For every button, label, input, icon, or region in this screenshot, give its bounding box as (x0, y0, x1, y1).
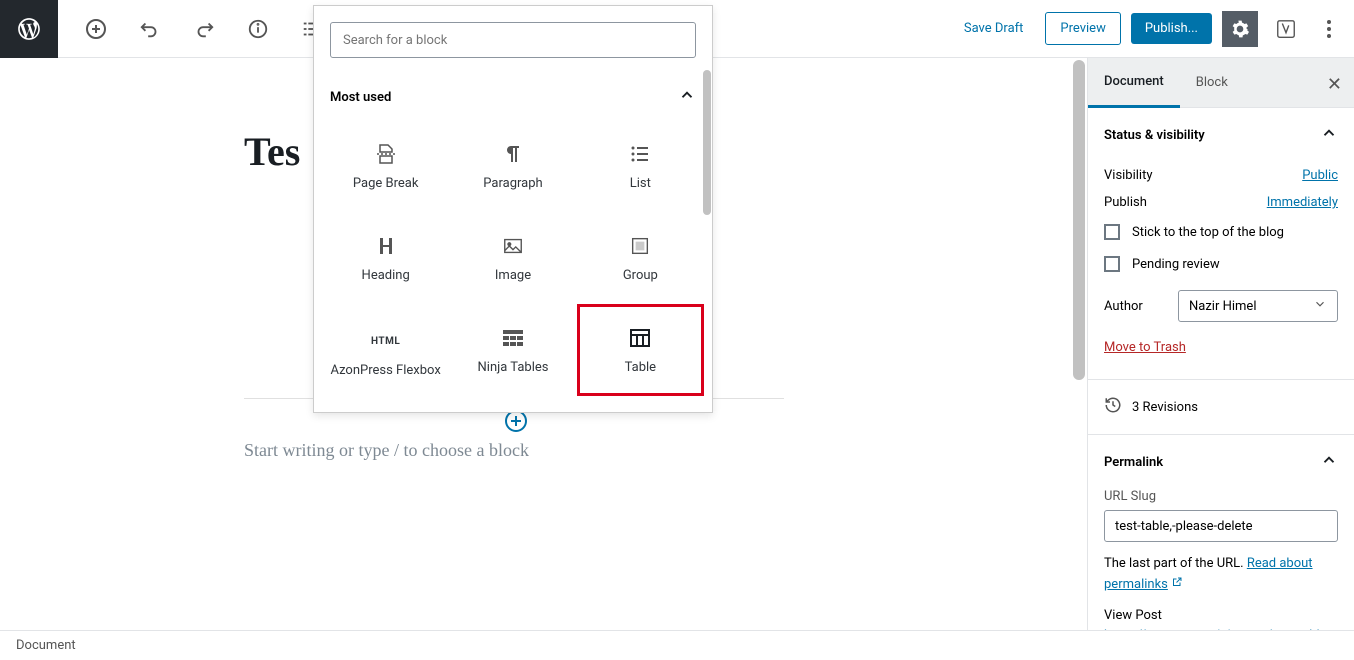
more-menu-button[interactable] (1314, 11, 1344, 47)
group-icon (629, 234, 651, 258)
visibility-value[interactable]: Public (1302, 168, 1338, 183)
block-inserter-popup: Most used Page Break Paragraph List Head… (313, 5, 713, 413)
view-post-wrap: View Post https://wpmanageninja.com/test… (1104, 606, 1338, 630)
redo-button[interactable] (186, 11, 222, 47)
undo-button[interactable] (132, 11, 168, 47)
chevron-up-icon (1320, 451, 1338, 473)
tab-block[interactable]: Block (1180, 58, 1244, 108)
url-slug-input[interactable] (1104, 510, 1338, 542)
panel-permalink: Permalink URL Slug The last part of the … (1088, 435, 1354, 630)
inserter-grid: Page Break Paragraph List Heading Image … (314, 120, 712, 412)
publish-value[interactable]: Immediately (1267, 195, 1338, 210)
block-azonpress[interactable]: HTML AzonPress Flexbox (322, 304, 449, 404)
stick-checkbox-row[interactable]: Stick to the top of the blog (1104, 216, 1338, 248)
block-list[interactable]: List (577, 120, 704, 212)
revisions-row[interactable]: 3 Revisions (1088, 380, 1354, 435)
add-block-button[interactable] (78, 11, 114, 47)
block-label: Ninja Tables (478, 360, 549, 375)
block-paragraph[interactable]: Paragraph (449, 120, 576, 212)
block-label: Heading (362, 268, 410, 283)
history-icon (1104, 396, 1122, 418)
tab-document[interactable]: Document (1088, 58, 1180, 108)
move-to-trash-link[interactable]: Move to Trash (1104, 332, 1186, 363)
editor-footer: Document (0, 630, 1354, 660)
author-row: Author Nazir Himel (1104, 280, 1338, 332)
breadcrumb[interactable]: Document (16, 638, 76, 653)
checkbox-icon[interactable] (1104, 256, 1120, 272)
block-table[interactable]: Table (577, 304, 704, 396)
toolbar-right-group: Save Draft Preview Publish... (952, 11, 1354, 47)
ninja-tables-icon (501, 326, 525, 350)
panel-title: Permalink (1104, 455, 1163, 470)
visibility-row: Visibility Public (1104, 162, 1338, 189)
publish-button[interactable]: Publish... (1131, 13, 1212, 44)
publish-label: Publish (1104, 195, 1147, 210)
preview-button[interactable]: Preview (1045, 12, 1120, 45)
page-break-icon (374, 142, 398, 166)
panel-title: Status & visibility (1104, 128, 1205, 143)
paragraph-icon (501, 142, 525, 166)
desc-prefix: The last part of the URL. (1104, 556, 1247, 571)
panel-header[interactable]: Status & visibility (1088, 108, 1354, 162)
author-value: Nazir Himel (1189, 299, 1256, 314)
publish-row: Publish Immediately (1104, 189, 1338, 216)
revisions-label: 3 Revisions (1132, 400, 1198, 415)
block-group[interactable]: Group (577, 212, 704, 304)
inserter-search-wrap (314, 6, 712, 74)
stick-label: Stick to the top of the blog (1132, 225, 1284, 240)
permalink-description: The last part of the URL. Read about per… (1104, 554, 1338, 596)
block-label: Table (625, 360, 656, 375)
block-label: Group (623, 268, 658, 283)
block-label: AzonPress Flexbox (331, 363, 441, 379)
info-button[interactable] (240, 11, 276, 47)
list-icon (628, 142, 652, 166)
main-scrollbar[interactable] (1071, 58, 1087, 630)
block-page-break[interactable]: Page Break (322, 120, 449, 212)
block-ninja-tables[interactable]: Ninja Tables (449, 304, 576, 396)
inserter-section-header[interactable]: Most used (314, 74, 712, 120)
checkbox-icon[interactable] (1104, 224, 1120, 240)
settings-sidebar: Document Block ✕ Status & visibility Vis… (1087, 58, 1354, 630)
panel-header[interactable]: Permalink (1088, 435, 1354, 489)
url-slug-label: URL Slug (1104, 489, 1338, 504)
close-icon[interactable]: ✕ (1327, 74, 1342, 95)
panel-body: URL Slug The last part of the URL. Read … (1088, 489, 1354, 630)
inserter-scrollbar[interactable] (703, 70, 711, 215)
yoast-button[interactable] (1268, 11, 1304, 47)
panel-body: Visibility Public Publish Immediately St… (1088, 162, 1354, 379)
search-input[interactable] (330, 22, 696, 58)
chevron-down-icon (1313, 297, 1327, 315)
chevron-up-icon (678, 86, 696, 108)
heading-icon (374, 234, 398, 258)
table-icon (628, 326, 652, 350)
block-label: Page Break (353, 176, 419, 191)
html-icon: HTML (371, 329, 400, 353)
add-block-inline-button[interactable] (505, 410, 527, 432)
pending-checkbox-row[interactable]: Pending review (1104, 248, 1338, 280)
block-label: List (630, 176, 651, 191)
block-label: Paragraph (483, 176, 542, 191)
block-placeholder[interactable]: Start writing or type / to choose a bloc… (244, 440, 529, 461)
block-heading[interactable]: Heading (322, 212, 449, 304)
wordpress-logo[interactable] (0, 0, 58, 58)
block-label: Image (495, 268, 531, 283)
panel-status-visibility: Status & visibility Visibility Public Pu… (1088, 108, 1354, 380)
settings-button[interactable] (1222, 11, 1258, 47)
section-title: Most used (330, 90, 391, 105)
image-icon (502, 234, 524, 258)
pending-label: Pending review (1132, 257, 1220, 272)
visibility-label: Visibility (1104, 168, 1153, 183)
save-draft-button[interactable]: Save Draft (952, 13, 1036, 44)
chevron-up-icon (1320, 124, 1338, 146)
external-icon (1171, 577, 1183, 592)
author-label: Author (1104, 299, 1143, 314)
view-post-label: View Post (1104, 606, 1338, 627)
block-image[interactable]: Image (449, 212, 576, 304)
sidebar-tabs: Document Block ✕ (1088, 58, 1354, 108)
author-select[interactable]: Nazir Himel (1178, 290, 1338, 322)
